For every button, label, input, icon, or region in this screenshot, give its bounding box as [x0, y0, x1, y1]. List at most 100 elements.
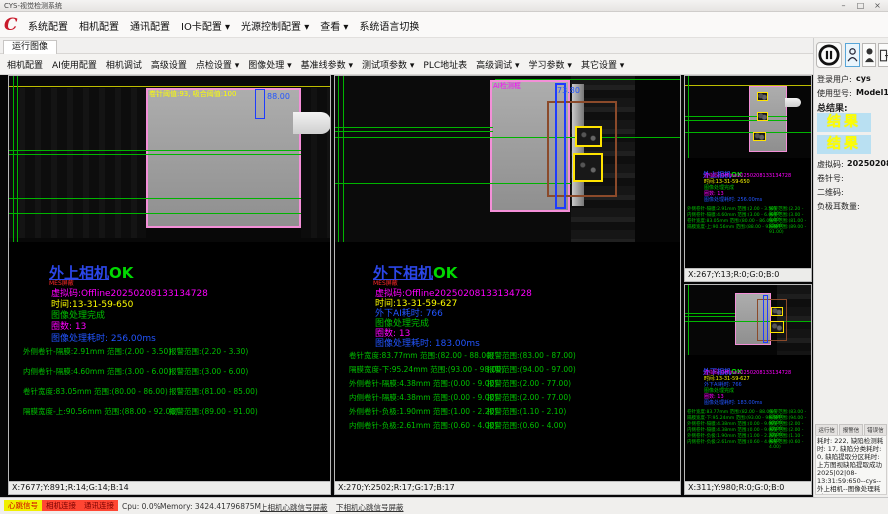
menu-bar: C 系统配置 相机配置 通讯配置 IO卡配置 ▾ 光源控制配置 ▾ 查看 ▾ 系…: [0, 12, 888, 38]
tool-camera-debug[interactable]: 相机调试: [106, 58, 142, 71]
model-value: Model1: [856, 88, 888, 97]
tool-baseline-params[interactable]: 基准线参数 ▾: [301, 58, 353, 71]
measure-line: [685, 120, 787, 121]
app-window: CYS-视觉检测系统 – □ × C 系统配置 相机配置 通讯配置 IO卡配置 …: [0, 0, 888, 522]
thumb-top-image[interactable]: [685, 76, 811, 158]
measure-line: [9, 198, 301, 199]
measurement: 内侧卷针-隔膜:4.38mm 范围:(0.00 - 9.00): [349, 392, 497, 403]
measurement: 内侧卷针-隔膜:4.60mm 范围:(3.00 - 6.00): [23, 366, 171, 377]
measure-line: [9, 213, 301, 214]
run-log[interactable]: 耗时: 222, 缺陷检测耗时: 17, 缺陷分类耗时: 0, 缺陷提取分区耗时…: [815, 435, 887, 495]
roller-shape: [785, 98, 801, 107]
tool-image-process[interactable]: 图像处理 ▾: [248, 58, 291, 71]
lower-camera-heartbeat-mask-link[interactable]: 下相机心跳信号屏蔽: [336, 502, 404, 513]
menu-light-config[interactable]: 光源控制配置 ▾: [241, 18, 309, 33]
tool-camera-config[interactable]: 相机配置: [7, 58, 43, 71]
window-title: CYS-视觉检测系统: [4, 0, 62, 12]
tool-other-settings[interactable]: 其它设置 ▾: [581, 58, 624, 71]
alarm-range: 报警范围:(89.00 - 91.00): [169, 406, 258, 417]
login-user-label: 登录用户:: [817, 74, 852, 85]
measure-line: [335, 137, 680, 138]
guide-line: [13, 76, 14, 242]
guide-line: [688, 285, 689, 355]
alarm-range: 报警范围:(2.00 - 77.00): [487, 378, 571, 389]
result-badge-1: 结果: [817, 113, 871, 132]
user-login-icon: [847, 47, 858, 63]
heartbeat-badge: 心跳信号: [4, 500, 42, 511]
tool-spot-check[interactable]: 点检设置 ▾: [196, 58, 239, 71]
user-icon: [864, 47, 875, 63]
comm-link-badge: 通讯连接: [80, 500, 118, 511]
alarm-range: 报警范围:(0.60 - 4.00): [487, 420, 566, 431]
tool-test-params[interactable]: 测试项参数 ▾: [362, 58, 414, 71]
thumb-top-panel[interactable]: 外上相机OK 虚拟码:Offline20250208133134728 时间:1…: [684, 75, 812, 282]
toolbar: 相机配置 AI使用配置 相机调试 高级设置 点检设置 ▾ 图像处理 ▾ 基准线参…: [0, 54, 813, 75]
electrode-tab-box: [771, 307, 783, 316]
tool-advanced-setting[interactable]: 高级设置: [151, 58, 187, 71]
electrode-tab-box: [757, 112, 768, 121]
login-user-button[interactable]: [845, 43, 860, 67]
menu-system-config[interactable]: 系统配置: [28, 18, 68, 33]
alarm-range: 报警范围:(89.00 - 91.00): [769, 224, 811, 235]
thumb-bottom-panel[interactable]: 外下相机OK 虚拟码:Offline20250208133134728 时间:1…: [684, 284, 812, 495]
maximize-button[interactable]: □: [852, 0, 869, 11]
measurement: 外侧卷针-隔膜:2.91mm 范围:(2.00 - 3.50): [23, 346, 171, 357]
alarm-range: 报警范围:(81.00 - 85.00): [169, 386, 258, 397]
left-camera-panel[interactable]: 88.00 卷针阈值:93, 吸合阈值:100 外上相机OK MES屏蔽 虚拟码…: [8, 75, 331, 495]
menu-comm-config[interactable]: 通讯配置: [130, 18, 170, 33]
cpu-usage: Cpu: 0.0%: [122, 502, 161, 511]
exit-button[interactable]: [878, 43, 888, 67]
middle-camera-panel[interactable]: 73.80 AI检测框 外下相机OK MES屏蔽 虚拟码:Offline2025…: [334, 75, 681, 495]
tool-plc-address[interactable]: PLC地址表: [423, 58, 467, 71]
alarm-range: 报警范围:(1.10 - 2.10): [487, 406, 566, 417]
close-button[interactable]: ×: [869, 0, 886, 11]
menu-view[interactable]: 查看 ▾: [320, 18, 348, 33]
guide-line: [688, 76, 689, 158]
result-badge-2: 结果: [817, 135, 871, 154]
middle-pixel-coords: X:270;Y:2502;R:17;G:17;B:17: [335, 481, 680, 494]
memory-usage: Memory: 3424.41796875M: [160, 502, 261, 511]
user-button[interactable]: [862, 43, 876, 67]
separator-region: [146, 88, 301, 228]
roller-shape: [293, 112, 330, 134]
tool-ai-usage-config[interactable]: AI使用配置: [52, 58, 97, 71]
menu-camera-config[interactable]: 相机配置: [79, 18, 119, 33]
measure-line: [335, 131, 493, 132]
tool-learning-params[interactable]: 学习参数 ▾: [529, 58, 572, 71]
reference-line: [685, 85, 811, 86]
tool-advanced-debug[interactable]: 高级调试 ▾: [476, 58, 519, 71]
alarm-range: 报警范围:(0.60 - 4.00): [769, 439, 811, 450]
minimize-button[interactable]: –: [835, 0, 852, 11]
app-logo-icon: C: [4, 15, 22, 35]
alarm-range: 报警范围:(2.20 - 3.30): [169, 346, 248, 357]
alarm-range: 报警范围:(3.00 - 6.00): [169, 366, 248, 377]
electrode-tab-box: [575, 126, 602, 147]
alarm-range: 报警范围:(2.00 - 77.00): [487, 392, 571, 403]
measurement: 卷针宽度:83.05mm 范围:(80.00 - 86.00): [23, 386, 168, 397]
middle-camera-image[interactable]: 73.80 AI检测框: [335, 76, 680, 242]
machine-texture: [9, 88, 146, 238]
guide-line: [17, 76, 18, 242]
virtual-code-label: 虚拟码:: [817, 159, 844, 170]
measurement: 内侧卷针-负极:2.61mm 范围:(0.60 - 4.00): [349, 420, 497, 431]
measure-line: [9, 150, 301, 151]
measurement: 外侧卷针-负极:1.90mm 范围:(1.00 - 2.20): [349, 406, 497, 417]
upper-camera-heartbeat-mask-link[interactable]: 上相机心跳信号屏蔽: [260, 502, 328, 513]
measurement: 卷针宽度:83.77mm 范围:(82.00 - 88.00): [349, 350, 494, 361]
thumb-top-pixel-coords: X:267;Y:13;R:0;G:0;B:0: [685, 268, 811, 281]
measure-line: [335, 183, 571, 184]
alarm-range: 报警范围:(94.00 - 97.00): [487, 364, 576, 375]
left-pixel-coords: X:7677;Y:891;R:14;G:14;B:14: [9, 481, 330, 494]
measurement: 内侧卷针-负极:2.61mm 范围:(0.60 - 4.00): [687, 439, 776, 445]
left-camera-image[interactable]: 88.00 卷针阈值:93, 吸合阈值:100: [9, 76, 330, 242]
threshold-label: 卷针阈值:93, 吸合阈值:100: [149, 89, 236, 99]
pause-button[interactable]: [816, 42, 842, 68]
status-bar: 心跳信号 相机连接 通讯连接 Cpu: 0.0% Memory: 3424.41…: [0, 497, 888, 514]
menu-io-config[interactable]: IO卡配置 ▾: [181, 18, 230, 33]
measurement: 隔膜宽度-下:95.24mm 范围:(93.00 - 98.00): [349, 364, 504, 375]
thumb-bottom-image[interactable]: [685, 285, 811, 355]
menu-language-switch[interactable]: 系统语言切换: [359, 18, 419, 33]
electrode-tab-box: [753, 132, 766, 141]
tab-run-image[interactable]: 运行图像: [3, 40, 57, 55]
virtual-code-value: 20250208: [847, 159, 888, 168]
